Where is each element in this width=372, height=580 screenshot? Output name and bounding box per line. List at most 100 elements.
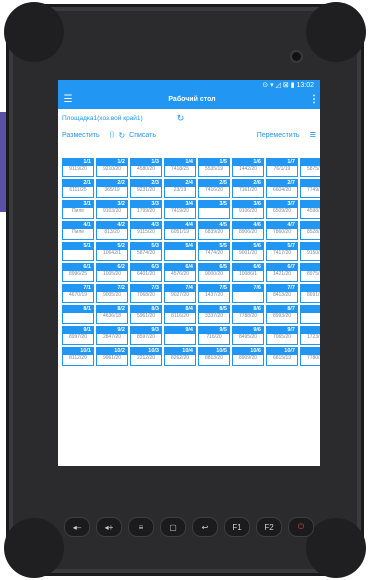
grid-cell[interactable]: 10/2 9961/20 — [96, 347, 128, 366]
grid-cell[interactable]: 9/4 — [164, 326, 196, 345]
home-icon[interactable]: ▢ — [160, 517, 186, 537]
grid-cell[interactable]: 8/ — [300, 305, 320, 324]
grid-cell[interactable]: 6/7 1421/20 — [266, 263, 298, 282]
grid-cell[interactable]: 3/2 9103/20 — [96, 200, 128, 219]
grid-cell[interactable]: 10/4 8262/20 — [164, 347, 196, 366]
grid-cell[interactable]: 10/7 6815/19 — [266, 347, 298, 366]
grid-cell[interactable]: 3/4598/20 — [300, 200, 320, 219]
grid-cell[interactable]: 1/7 76/1/19 — [266, 158, 298, 177]
grid-cell[interactable]: 8/6 7788/20 — [232, 305, 264, 324]
place-button[interactable]: Разместить — [62, 132, 100, 139]
grid-cell[interactable]: 5/1 — [62, 242, 94, 261]
grid-cell[interactable]: 3/4 7419/20 — [164, 200, 196, 219]
grid-cell[interactable]: 6/4 4576/20 — [164, 263, 196, 282]
grid-cell[interactable]: 8/4 8116/20 — [164, 305, 196, 324]
back-icon[interactable]: ↩ — [192, 517, 218, 537]
grid-cell[interactable]: 8/3 5961/20 — [130, 305, 162, 324]
grid-cell[interactable]: 8/5 3337/20 — [198, 305, 230, 324]
grid-cell[interactable]: 7/3 7068/20 — [130, 284, 162, 303]
grid-cell[interactable]: 1/2 9210/20 — [96, 158, 128, 177]
more-vert-icon[interactable]: ⋮ — [308, 94, 320, 105]
grid-cell[interactable]: 4/6 8906/20 — [232, 221, 264, 240]
grid-cell[interactable]: 4/7 7860/20 — [266, 221, 298, 240]
grid-cell[interactable]: 3/7 6509/20 — [266, 200, 298, 219]
cell-header: 6/5 — [199, 264, 229, 271]
grid-cell[interactable]: 10/5 8813/20 — [198, 347, 230, 366]
grid-cell[interactable]: 9/1723/20 — [300, 326, 320, 345]
grid-cell[interactable]: 7/7 8413/20 — [266, 284, 298, 303]
grid-cell[interactable]: 7/2 9005/20 — [96, 284, 128, 303]
grid-cell[interactable]: 10/7780/20 — [300, 347, 320, 366]
grid-cell[interactable]: 7/5 1437/20 — [198, 284, 230, 303]
grid-cell[interactable]: 5/3 5874/20 — [130, 242, 162, 261]
grid-cell[interactable]: 3/1 Пиле — [62, 200, 94, 219]
grid-cell[interactable]: 6/5 9000/20 — [198, 263, 230, 282]
grid-cell[interactable]: 1/1 9119/20 — [62, 158, 94, 177]
grid-cell[interactable]: 1/6 1442/20 — [232, 158, 264, 177]
grid-cell[interactable]: 1/5 5535/19 — [198, 158, 230, 177]
refresh-icon[interactable]: ↻ — [118, 131, 125, 140]
grid-cell[interactable]: 5/2 10642/1 — [96, 242, 128, 261]
grid-cell[interactable]: 2/5 7416/20 — [198, 179, 230, 198]
grid-cell[interactable]: 9/3 8597/20 — [130, 326, 162, 345]
grid-cell[interactable]: 4/5 6839/20 — [198, 221, 230, 240]
writeoff-button[interactable]: Списать — [129, 132, 156, 139]
move-button[interactable]: Переместить — [257, 132, 300, 139]
grid-cell[interactable]: 5/9150/20 — [300, 242, 320, 261]
grid-cell[interactable]: 2/2 365/19 — [96, 179, 128, 198]
grid-cell[interactable]: 1/3 4580/20 — [130, 158, 162, 177]
grid-cell[interactable]: 8/2 4636/18 — [96, 305, 128, 324]
menu-icon[interactable]: ≡ — [310, 129, 316, 141]
volume-up-icon[interactable]: ◂+ — [96, 517, 122, 537]
grid-cell[interactable]: 9/2 2847/20 — [96, 326, 128, 345]
grid-cell[interactable]: 9/7 7065/20 — [266, 326, 298, 345]
grid-cell[interactable]: 8/1 — [62, 305, 94, 324]
grid-cell[interactable]: 2/7749/20 — [300, 179, 320, 198]
menu-icon[interactable]: ≡ — [128, 517, 154, 537]
grid-cell[interactable]: 5/5 7474/20 — [198, 242, 230, 261]
grid-cell[interactable]: 10/3 2212/20 — [130, 347, 162, 366]
grid-cell[interactable]: 4/3 9115/20 — [130, 221, 162, 240]
location-label[interactable]: Площадка1(хоз.вой край1) — [62, 115, 143, 122]
grid-cell[interactable]: 4/1 Пиле — [62, 221, 94, 240]
grid-cell[interactable]: 1/5875/20 — [300, 158, 320, 177]
menu-icon[interactable]: ☰ — [60, 94, 76, 105]
volume-down-icon[interactable]: ◂‒ — [64, 517, 90, 537]
grid-cell[interactable]: 6/1 8996/25 — [62, 263, 94, 282]
grid-cell[interactable]: 8/7 8993/20 — [266, 305, 298, 324]
grid-cell[interactable]: 9/1 8997/20 — [62, 326, 94, 345]
grid-cell[interactable]: 3/3 1799/20 — [130, 200, 162, 219]
grid-cell[interactable]: 5/4 — [164, 242, 196, 261]
grid-cell[interactable]: 5/7 7417/20 — [266, 242, 298, 261]
grid-cell[interactable]: 4/4 6051/19 — [164, 221, 196, 240]
grid-cell[interactable]: 5/6 9001/20 — [232, 242, 264, 261]
grid-cell[interactable]: 6/6 10086/1 — [232, 263, 264, 282]
grid-cell[interactable]: 1/4 7418/25 — [164, 158, 196, 177]
grid-cell[interactable]: 6/3 6401/20 — [130, 263, 162, 282]
grid-cell[interactable]: 4/8528/20 — [300, 221, 320, 240]
grid-cell[interactable]: 6/2 1005/20 — [96, 263, 128, 282]
grid-cell[interactable]: 7/1 4670/19 — [62, 284, 94, 303]
f1-icon[interactable]: F1 — [224, 517, 250, 537]
grid-cell[interactable]: 4/2 813/20 — [96, 221, 128, 240]
grid-cell[interactable]: 2/4 23/19 — [164, 179, 196, 198]
grid-cell[interactable]: 9/6 8495/20 — [232, 326, 264, 345]
grid-cell[interactable]: 2/3 9231/20 — [130, 179, 162, 198]
grid-cell[interactable]: 2/7 6604/20 — [266, 179, 298, 198]
grid-cell[interactable]: 10/6 8909/20 — [232, 347, 264, 366]
grid-cell[interactable]: 3/6 9106/20 — [232, 200, 264, 219]
grid-cell[interactable]: 7/4 9027/20 — [164, 284, 196, 303]
grid-cell[interactable]: 2/6 7161/20 — [232, 179, 264, 198]
refresh-icon[interactable]: ↻ — [177, 113, 185, 124]
grid-cell[interactable]: 7/6 — [232, 284, 264, 303]
power-icon[interactable]: ⏻ — [288, 517, 314, 537]
grid-cell[interactable]: 10/1 8112/20 — [62, 347, 94, 366]
grid-cell[interactable]: 3/5 — [198, 200, 230, 219]
f2-icon[interactable]: F2 — [256, 517, 282, 537]
scan-icon[interactable]: ⌷ — [110, 130, 115, 140]
grid-cell[interactable]: 7/8691/20 — [300, 284, 320, 303]
grid-cell[interactable]: 9/5 716/20 — [198, 326, 230, 345]
grid-cell[interactable]: 6/8975/20 — [300, 263, 320, 282]
cell-header: 7/4 — [165, 285, 195, 292]
grid-cell[interactable]: 2/1 6111/25 — [62, 179, 94, 198]
